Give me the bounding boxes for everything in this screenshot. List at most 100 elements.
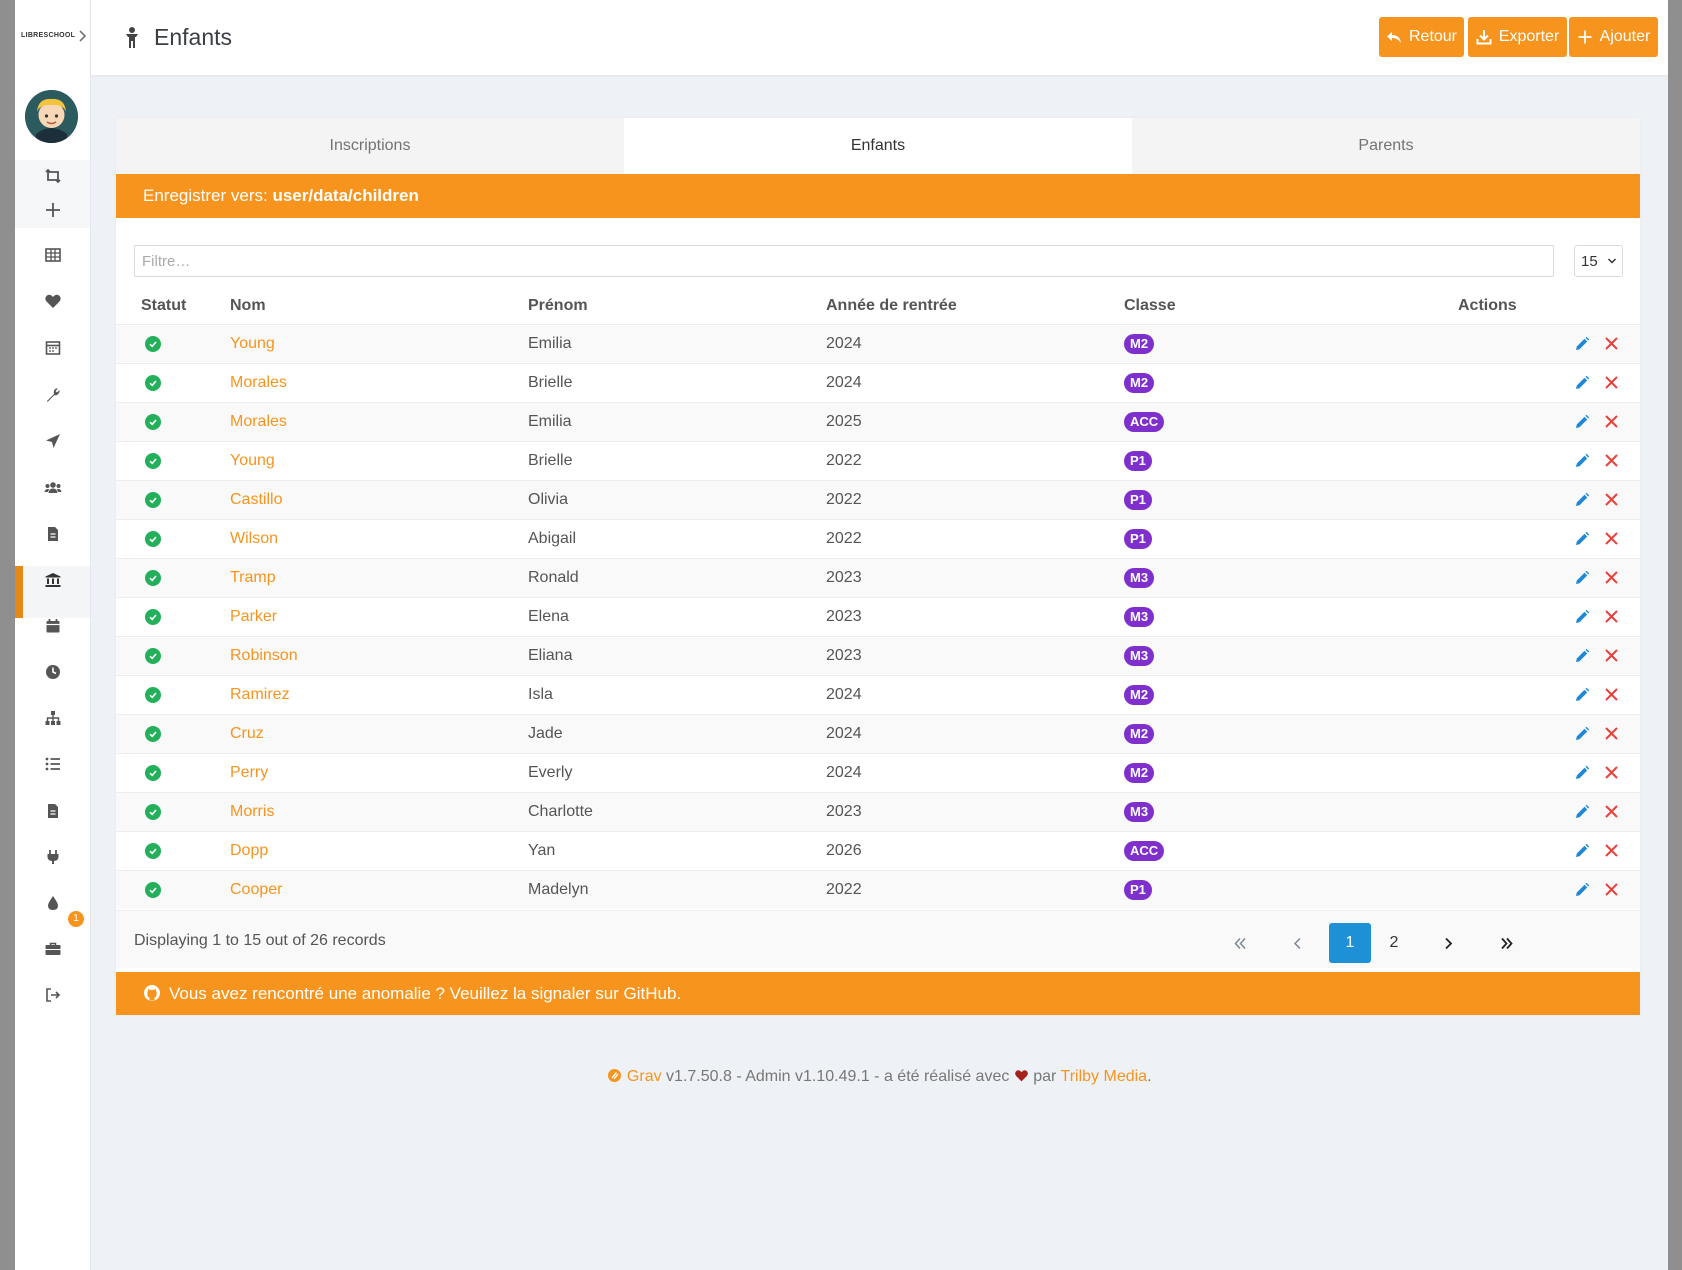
last-page-button[interactable] (1485, 923, 1527, 963)
edit-pencil-icon[interactable] (1573, 608, 1591, 626)
edit-pencil-icon[interactable] (1573, 491, 1591, 509)
save-location-label: Enregistrer vers: (143, 186, 273, 205)
logo[interactable]: LIBRESCHOOL (21, 32, 75, 44)
edit-pencil-icon[interactable] (1573, 764, 1591, 782)
delete-x-icon[interactable] (1604, 375, 1619, 390)
sidebar-item-tools[interactable] (15, 380, 90, 410)
delete-x-icon[interactable] (1604, 882, 1619, 897)
edit-pencil-icon[interactable] (1573, 881, 1591, 899)
sidebar-item-logout[interactable] (15, 980, 90, 1010)
delete-x-icon[interactable] (1604, 843, 1619, 858)
delete-x-icon[interactable] (1604, 804, 1619, 819)
column-header-prenom[interactable]: Prénom (528, 297, 588, 315)
records-count: Displaying 1 to 15 out of 26 records (134, 932, 386, 949)
filter-input[interactable] (134, 245, 1554, 277)
sidebar-item-documents[interactable] (15, 796, 90, 826)
row-nom[interactable]: Morris (230, 793, 274, 831)
delete-x-icon[interactable] (1604, 570, 1619, 585)
first-page-button[interactable] (1219, 923, 1261, 963)
trilby-link[interactable]: Trilby Media (1061, 1068, 1148, 1085)
next-page-button[interactable] (1427, 923, 1469, 963)
sidebar-item-list[interactable] (15, 749, 90, 779)
row-nom[interactable]: Ramirez (230, 676, 290, 714)
page-2-button[interactable]: 2 (1373, 923, 1415, 963)
sidebar-item-structure[interactable] (15, 703, 90, 733)
row-prenom: Brielle (528, 374, 573, 391)
column-header-classe[interactable]: Classe (1124, 297, 1176, 315)
add-button[interactable]: Ajouter (1569, 17, 1658, 57)
sidebar-item-refresh[interactable] (15, 161, 90, 191)
sidebar-item-plugins[interactable] (15, 842, 90, 872)
row-prenom: Emilia (528, 335, 572, 352)
delete-x-icon[interactable] (1604, 609, 1619, 624)
edit-pencil-icon[interactable] (1573, 413, 1591, 431)
sidebar-item-school[interactable] (15, 565, 90, 595)
sidebar-item-favorites[interactable] (15, 286, 90, 316)
row-annee: 2026 (826, 842, 862, 859)
column-header-annee[interactable]: Année de rentrée (826, 297, 957, 315)
sidebar-item-users[interactable] (15, 473, 90, 503)
avatar[interactable] (25, 90, 78, 143)
sidebar-item-send[interactable] (15, 426, 90, 456)
edit-pencil-icon[interactable] (1573, 842, 1591, 860)
grav-link[interactable]: Grav (627, 1068, 662, 1085)
row-prenom: Abigail (528, 530, 577, 547)
edit-pencil-icon[interactable] (1573, 452, 1591, 470)
edit-pencil-icon[interactable] (1573, 569, 1591, 587)
document-icon (47, 804, 58, 818)
row-nom[interactable]: Castillo (230, 481, 282, 519)
delete-x-icon[interactable] (1604, 765, 1619, 780)
delete-x-icon[interactable] (1604, 453, 1619, 468)
sidebar-item-pages[interactable] (15, 519, 90, 549)
edit-pencil-icon[interactable] (1573, 647, 1591, 665)
back-button[interactable]: Retour (1379, 17, 1464, 57)
edit-pencil-icon[interactable] (1573, 374, 1591, 392)
row-nom[interactable]: Perry (230, 754, 268, 792)
heart-icon (44, 294, 61, 308)
sidebar-item-dashboard[interactable] (15, 240, 90, 270)
delete-x-icon[interactable] (1604, 336, 1619, 351)
sidebar-item-calendar-grid[interactable] (15, 333, 90, 363)
edit-pencil-icon[interactable] (1573, 803, 1591, 821)
delete-x-icon[interactable] (1604, 492, 1619, 507)
sidebar-item-history[interactable] (15, 657, 90, 687)
row-nom[interactable]: Wilson (230, 520, 278, 558)
row-nom[interactable]: Parker (230, 598, 277, 636)
column-header-statut[interactable]: Statut (141, 297, 186, 315)
sidebar-item-calendar[interactable] (15, 611, 90, 641)
row-nom[interactable]: Morales (230, 403, 287, 441)
row-nom[interactable]: Young (230, 325, 275, 363)
delete-x-icon[interactable] (1604, 648, 1619, 663)
prev-page-button[interactable] (1276, 923, 1318, 963)
row-nom[interactable]: Robinson (230, 637, 298, 675)
row-nom[interactable]: Tramp (230, 559, 276, 597)
chevron-right-icon[interactable] (77, 28, 89, 44)
tab-enfants[interactable]: Enfants (624, 118, 1132, 174)
delete-x-icon[interactable] (1604, 687, 1619, 702)
delete-x-icon[interactable] (1604, 531, 1619, 546)
row-nom[interactable]: Cruz (230, 715, 264, 753)
row-annee: 2024 (826, 686, 862, 703)
tab-inscriptions[interactable]: Inscriptions (116, 118, 624, 174)
row-nom[interactable]: Cooper (230, 871, 282, 909)
page-1-button[interactable]: 1 (1329, 923, 1371, 963)
row-nom[interactable]: Young (230, 442, 275, 480)
sidebar-item-tools-box[interactable] (15, 934, 90, 964)
edit-pencil-icon[interactable] (1573, 335, 1591, 353)
per-page-select[interactable]: 15 (1574, 245, 1623, 277)
row-nom[interactable]: Dopp (230, 832, 268, 870)
tab-parents[interactable]: Parents (1132, 118, 1640, 174)
edit-pencil-icon[interactable] (1573, 725, 1591, 743)
export-button[interactable]: Exporter (1468, 17, 1567, 57)
users-icon (44, 482, 61, 493)
delete-x-icon[interactable] (1604, 414, 1619, 429)
classe-badge: P1 (1124, 529, 1152, 549)
row-prenom: Charlotte (528, 803, 593, 820)
edit-pencil-icon[interactable] (1573, 686, 1591, 704)
column-header-nom[interactable]: Nom (230, 297, 266, 315)
row-nom[interactable]: Morales (230, 364, 287, 402)
bug-report-bar[interactable]: Vous avez rencontré une anomalie ? Veuil… (116, 972, 1640, 1015)
delete-x-icon[interactable] (1604, 726, 1619, 741)
sidebar-item-add[interactable] (15, 195, 90, 225)
edit-pencil-icon[interactable] (1573, 530, 1591, 548)
